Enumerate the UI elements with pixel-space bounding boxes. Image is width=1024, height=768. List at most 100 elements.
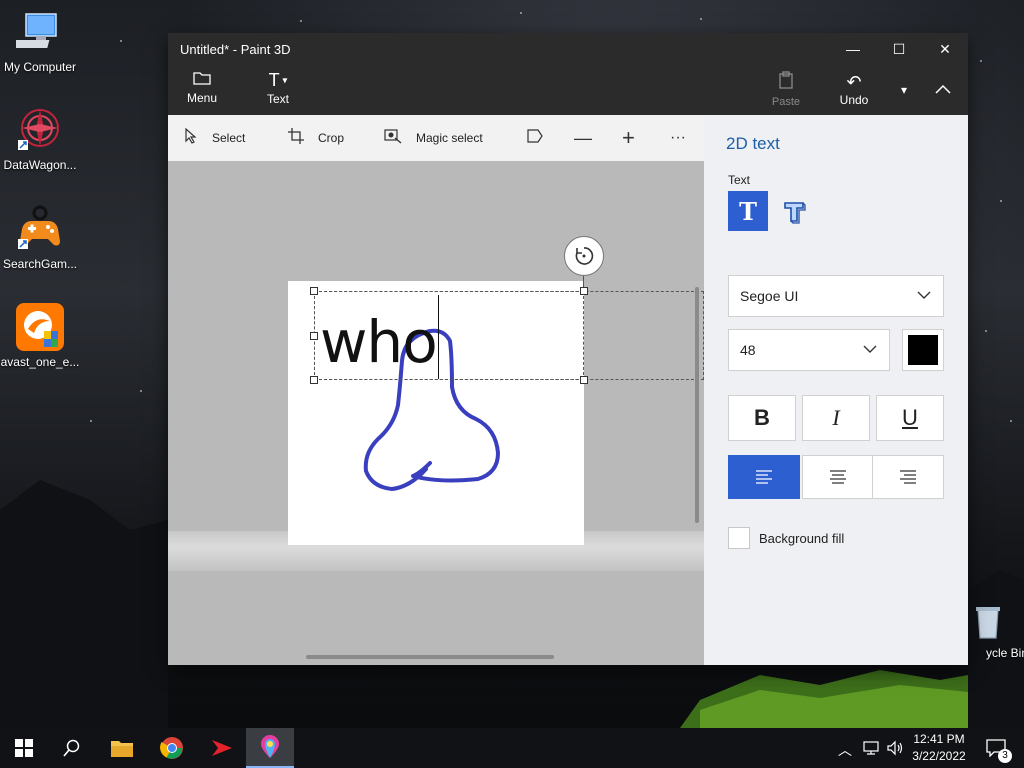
desktop-icon-my-computer[interactable]: My Computer xyxy=(0,8,80,74)
magic-select-icon xyxy=(384,128,402,149)
freehand-stroke xyxy=(363,328,500,491)
text-tool-button[interactable]: T ▾ Text xyxy=(256,69,300,106)
undo-label: Undo xyxy=(839,93,869,107)
speaker-icon xyxy=(887,740,903,756)
history-dropdown-button[interactable]: ▾ xyxy=(892,79,916,101)
font-family-dropdown[interactable]: Segoe UI xyxy=(728,275,944,317)
horizontal-scrollbar[interactable] xyxy=(306,655,554,659)
ribbon: Menu T ▾ Text Paste ↶ Undo ▾ xyxy=(168,65,968,115)
chevron-down-icon xyxy=(917,287,931,303)
network-icon xyxy=(863,741,879,755)
align-right-button[interactable] xyxy=(872,455,944,499)
zoom-in-button[interactable]: + xyxy=(622,115,635,161)
rotate-handle[interactable] xyxy=(564,236,604,276)
vertical-scrollbar[interactable] xyxy=(695,287,699,523)
resize-handle[interactable] xyxy=(310,332,318,340)
plain-text-style-button[interactable]: T xyxy=(728,191,768,231)
taskbar-paint3d[interactable] xyxy=(246,728,294,768)
gamepad-icon xyxy=(16,205,64,253)
crop-tool[interactable]: Crop xyxy=(288,115,344,161)
resize-handle[interactable] xyxy=(580,376,588,384)
plus-icon: + xyxy=(622,125,635,150)
paste-label: Paste xyxy=(771,96,801,108)
resize-handle[interactable] xyxy=(310,287,318,295)
text-style-3d-icon xyxy=(784,202,806,224)
text-style-plain-icon: T xyxy=(739,196,757,226)
canvas-area[interactable]: who xyxy=(168,161,704,665)
align-left-button[interactable] xyxy=(728,455,800,499)
desktop-icon-label: SearchGam... xyxy=(2,257,78,271)
italic-label: I xyxy=(832,405,840,430)
panel-title: 2D text xyxy=(726,134,780,153)
maximize-button[interactable]: ☐ xyxy=(876,33,922,65)
undo-icon: ↶ xyxy=(846,72,862,92)
ellipsis-icon: ··· xyxy=(670,129,686,146)
notification-badge: 3 xyxy=(998,749,1012,763)
bold-button[interactable]: B xyxy=(728,395,796,441)
magic-select-tool[interactable]: Magic select xyxy=(384,115,483,161)
folder-icon xyxy=(111,741,133,757)
taskbar: ︿ 12:41 PM 3/22/2022 3 xyxy=(0,728,1024,768)
bold-label: B xyxy=(754,405,770,430)
desktop-icon-avast[interactable]: avast_one_e... xyxy=(0,303,80,369)
text-tool-icon: T ▾ xyxy=(268,70,288,90)
title-bar[interactable]: Untitled* - Paint 3D — ☐ ✕ xyxy=(168,33,968,65)
clock[interactable]: 12:41 PM 3/22/2022 xyxy=(908,732,970,763)
undo-button[interactable]: ↶ Undo xyxy=(832,71,876,107)
resize-handle[interactable] xyxy=(310,376,318,384)
canvas-text[interactable]: who xyxy=(320,305,438,379)
underline-button[interactable]: U xyxy=(876,395,944,441)
font-size-dropdown[interactable]: 48 xyxy=(728,329,890,371)
desktop-icon-label: avast_one_e... xyxy=(0,355,80,369)
search-icon xyxy=(63,739,80,757)
paste-button[interactable]: Paste xyxy=(766,71,806,108)
font-size-value: 48 xyxy=(740,342,756,358)
taskbar-file-explorer[interactable] xyxy=(98,728,146,768)
italic-button[interactable]: I xyxy=(802,395,870,441)
volume-button[interactable] xyxy=(880,728,910,768)
crop-icon xyxy=(288,127,304,149)
collapse-ribbon-button[interactable] xyxy=(928,77,958,99)
menu-label: Menu xyxy=(186,91,218,105)
chevron-up-icon: ︿ xyxy=(838,742,852,758)
crop-label: Crop xyxy=(318,131,345,145)
minimize-button[interactable]: — xyxy=(830,33,876,65)
select-tool[interactable]: Select xyxy=(184,115,245,161)
more-options-button[interactable]: ··· xyxy=(670,115,686,161)
text-label: Text xyxy=(266,92,289,107)
3d-text-style-button[interactable] xyxy=(776,193,812,229)
red-arrow-app-icon xyxy=(212,740,232,756)
search-button[interactable] xyxy=(48,728,96,768)
background-fill-checkbox[interactable] xyxy=(728,527,750,549)
resize-handle[interactable] xyxy=(580,287,588,295)
desktop-icon-datawagon[interactable]: DataWagon... xyxy=(0,106,80,172)
action-center-button[interactable]: 3 xyxy=(976,728,1016,768)
desktop-icon-searchgames[interactable]: SearchGam... xyxy=(0,205,80,271)
minus-icon: — xyxy=(574,127,592,148)
menu-button[interactable]: Menu xyxy=(182,69,222,105)
folder-icon xyxy=(182,69,222,91)
underline-label: U xyxy=(902,405,918,430)
paste-icon xyxy=(766,71,806,94)
background-fill-label: Background fill xyxy=(759,531,845,546)
taskbar-chrome[interactable] xyxy=(148,728,196,768)
close-button[interactable]: ✕ xyxy=(922,33,968,65)
chrome-icon xyxy=(160,737,183,759)
text-color-button[interactable] xyxy=(902,329,944,371)
align-center-icon xyxy=(830,470,846,484)
computer-icon xyxy=(11,8,64,56)
taskbar-app-red[interactable] xyxy=(198,728,246,768)
show-hidden-icons-button[interactable]: ︿ xyxy=(838,740,852,760)
start-button[interactable] xyxy=(0,728,48,768)
text-caret xyxy=(438,295,439,379)
magic-select-label: Magic select xyxy=(416,131,483,145)
flag-icon xyxy=(526,128,544,149)
text-section-label: Text xyxy=(728,173,751,187)
view-3d-button[interactable] xyxy=(526,115,544,161)
canvas-toolbar: Select Crop Magic select — + ··· xyxy=(168,115,704,161)
zoom-out-button[interactable]: — xyxy=(574,115,592,161)
chevron-up-icon xyxy=(928,77,958,99)
desktop-icon-label: DataWagon... xyxy=(3,158,77,172)
rotate-icon xyxy=(575,247,594,265)
align-center-button[interactable] xyxy=(802,455,874,499)
